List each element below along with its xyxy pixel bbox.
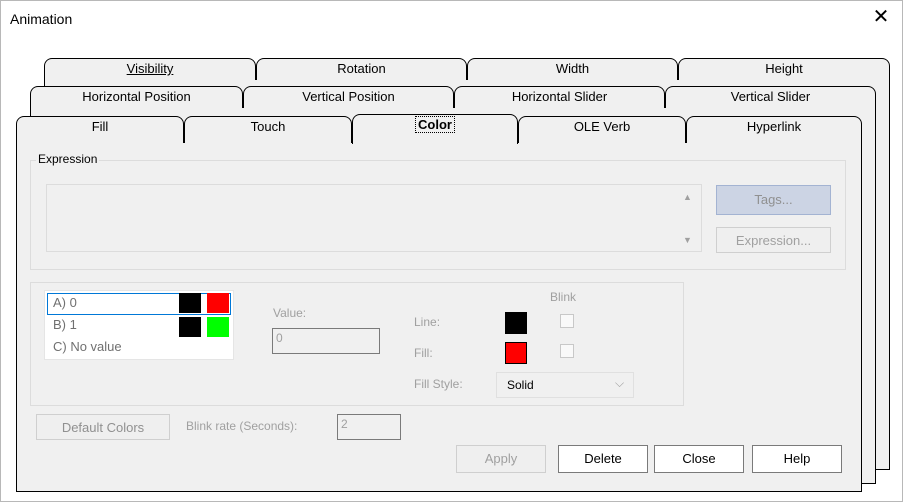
- tab-hyperlink[interactable]: Hyperlink: [686, 116, 862, 143]
- fill-style-value: Solid: [507, 378, 534, 392]
- apply-button[interactable]: Apply: [456, 445, 546, 473]
- blink-rate-label: Blink rate (Seconds):: [186, 419, 298, 433]
- list-a-fill-swatch: [207, 293, 229, 313]
- default-colors-button[interactable]: Default Colors: [36, 414, 170, 440]
- list-b-line-swatch: [179, 317, 201, 337]
- line-label: Line:: [414, 315, 441, 329]
- expression-group-label: Expression: [36, 152, 100, 166]
- close-button[interactable]: Close: [654, 445, 744, 473]
- tab-vertical-slider[interactable]: Vertical Slider: [665, 86, 876, 108]
- tab-color[interactable]: Color: [352, 114, 518, 144]
- value-label: Value:: [273, 306, 307, 320]
- tab-horizontal-position[interactable]: Horizontal Position: [30, 86, 243, 108]
- blink-rate-field[interactable]: 2: [337, 414, 401, 440]
- list-item-a[interactable]: A) 0: [53, 295, 77, 310]
- fill-blink-checkbox[interactable]: [560, 344, 574, 358]
- list-a-line-swatch: [179, 293, 201, 313]
- tab-rotation[interactable]: Rotation: [256, 58, 467, 80]
- line-blink-checkbox[interactable]: [560, 314, 574, 328]
- fill-color-swatch[interactable]: [505, 342, 527, 364]
- tab-horizontal-slider[interactable]: Horizontal Slider: [454, 86, 665, 108]
- list-item-c[interactable]: C) No value: [53, 339, 122, 354]
- scroll-up-icon[interactable]: ▲: [683, 192, 692, 202]
- list-item-b[interactable]: B) 1: [53, 317, 77, 332]
- scroll-down-icon[interactable]: ▼: [683, 235, 692, 245]
- help-button[interactable]: Help: [752, 445, 842, 473]
- fill-style-label: Fill Style:: [414, 377, 463, 391]
- delete-button[interactable]: Delete: [558, 445, 648, 473]
- blink-label: Blink: [550, 290, 577, 304]
- tab-vertical-position[interactable]: Vertical Position: [243, 86, 454, 108]
- color-list[interactable]: A) 0 B) 1 C) No value: [44, 290, 234, 360]
- chevron-down-icon: ⌵: [615, 376, 625, 390]
- tab-touch[interactable]: Touch: [184, 116, 352, 143]
- expression-textarea[interactable]: [46, 184, 702, 252]
- close-icon[interactable]: ✕: [868, 4, 894, 30]
- list-b-fill-swatch: [207, 317, 229, 337]
- tab-visibility[interactable]: Visibility: [44, 58, 256, 80]
- fill-label: Fill:: [414, 346, 433, 360]
- tags-button[interactable]: Tags...: [716, 185, 831, 215]
- tab-width[interactable]: Width: [467, 58, 678, 80]
- tab-height[interactable]: Height: [678, 58, 890, 80]
- tab-fill[interactable]: Fill: [16, 116, 184, 143]
- tab-ole-verb[interactable]: OLE Verb: [518, 116, 686, 143]
- fill-style-select[interactable]: Solid ⌵: [496, 372, 634, 398]
- value-field[interactable]: 0: [272, 328, 380, 354]
- line-color-swatch[interactable]: [505, 312, 527, 334]
- expression-button[interactable]: Expression...: [716, 227, 831, 253]
- window-title: Animation: [10, 11, 73, 27]
